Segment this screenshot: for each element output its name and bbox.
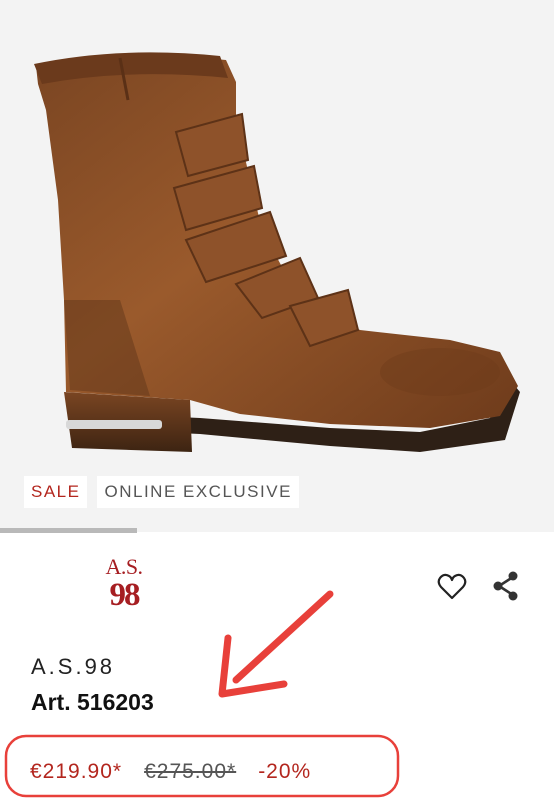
share-button[interactable] xyxy=(484,564,528,608)
product-badges: SALE ONLINE EXCLUSIVE xyxy=(24,476,299,508)
discount-percent: -20% xyxy=(258,760,312,783)
online-exclusive-badge: ONLINE EXCLUSIVE xyxy=(97,476,299,508)
favorite-button[interactable] xyxy=(430,564,474,608)
annotation-arrow-head xyxy=(218,634,288,698)
annotation-arrow-shaft xyxy=(232,590,334,684)
brand-logo-line1: A.S. xyxy=(105,554,143,579)
brand-name[interactable]: A.S.98 xyxy=(31,654,115,680)
brand-logo-line2: 98 xyxy=(109,577,141,613)
brand-logo[interactable]: A.S. 98 xyxy=(100,556,148,622)
sale-badge: SALE xyxy=(24,476,88,508)
original-price: €275.00* xyxy=(144,760,237,783)
heart-icon xyxy=(437,573,467,600)
image-scroll-indicator[interactable] xyxy=(0,528,137,533)
share-icon xyxy=(493,571,518,601)
price-row: €219.90* €275.00* -20% xyxy=(30,760,311,784)
product-image-gallery[interactable]: SALE ONLINE EXCLUSIVE xyxy=(0,0,554,532)
article-number: Art. 516203 xyxy=(31,689,154,715)
current-price: €219.90* xyxy=(30,760,123,783)
product-image xyxy=(34,52,520,452)
